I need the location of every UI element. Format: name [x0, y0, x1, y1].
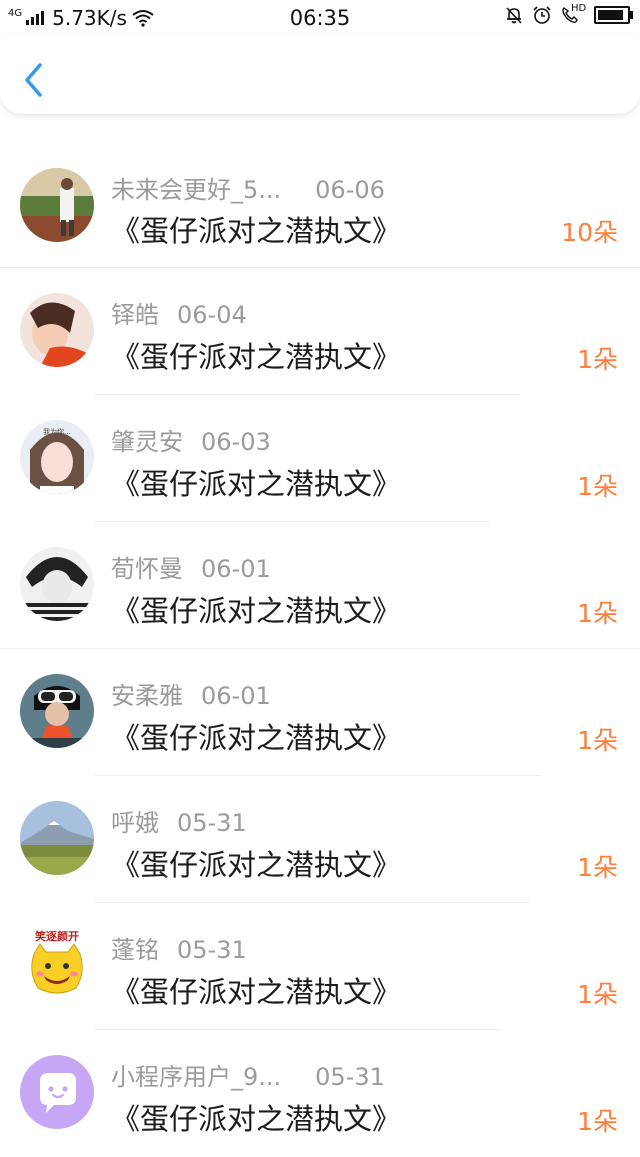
- hd-label: HD: [571, 3, 587, 14]
- sender-name: 呼娥: [111, 809, 159, 837]
- gift-date: 06-01: [201, 555, 271, 583]
- sender-meta: 安柔雅 06-01: [111, 676, 271, 711]
- book-title: 《蛋仔派对之潜执文》: [111, 1102, 402, 1136]
- chevron-left-icon[interactable]: [20, 62, 50, 98]
- list-item[interactable]: 荀怀曼 06-01 《蛋仔派对之潜执文》 1朵: [0, 522, 640, 649]
- gift-amount: 1朵: [577, 1107, 618, 1136]
- avatar-text: 我为你...: [43, 427, 71, 436]
- avatar: [20, 1055, 94, 1129]
- status-bar: 4G 5.73K/s 06:35 HD: [0, 0, 640, 34]
- alarm-icon: [533, 6, 551, 24]
- gift-record-list: 未来会更好_5... 06-06 《蛋仔派对之潜执文》 10朵 铎皓 06-04 《…: [0, 116, 640, 1157]
- book-title: 《蛋仔派对之潜执文》: [111, 214, 402, 248]
- avatar: [20, 674, 94, 748]
- gift-amount: 1朵: [577, 853, 618, 882]
- list-item[interactable]: 我为你... 肇灵安 06-03 《蛋仔派对之潜执文》 1朵: [0, 395, 640, 522]
- avatar: [20, 801, 94, 875]
- gift-amount: 1朵: [577, 726, 618, 755]
- sender-name: 肇灵安: [111, 428, 183, 456]
- list-item[interactable]: 笑逐颜开 蓬铭 05-31 《蛋仔派对之潜执文》 1朵: [0, 903, 640, 1030]
- sender-name: 安柔雅: [111, 682, 183, 710]
- gift-amount: 1朵: [577, 980, 618, 1009]
- sender-name: 小程序用户_9...: [111, 1063, 282, 1091]
- gift-amount: 1朵: [577, 599, 618, 628]
- gift-amount: 10朵: [561, 218, 618, 247]
- gift-date: 06-03: [201, 428, 271, 456]
- gift-date: 05-31: [315, 1063, 385, 1091]
- avatar: [20, 168, 94, 242]
- sender-name: 蓬铭: [111, 936, 159, 964]
- sender-meta: 蓬铭 05-31: [111, 930, 247, 965]
- gift-date: 06-04: [177, 301, 247, 329]
- hd-call-icon: HD: [560, 3, 587, 25]
- list-item[interactable]: 安柔雅 06-01 《蛋仔派对之潜执文》 1朵: [0, 649, 640, 776]
- book-title: 《蛋仔派对之潜执文》: [111, 340, 402, 374]
- sender-meta: 荀怀曼 06-01: [111, 549, 271, 584]
- sender-meta: 小程序用户_9... 05-31: [111, 1057, 385, 1092]
- book-title: 《蛋仔派对之潜执文》: [111, 467, 402, 501]
- gift-amount: 1朵: [577, 345, 618, 374]
- gift-date: 06-06: [315, 176, 385, 204]
- sender-name: 荀怀曼: [111, 555, 183, 583]
- gift-amount: 1朵: [577, 472, 618, 501]
- book-title: 《蛋仔派对之潜执文》: [111, 721, 402, 755]
- list-item[interactable]: 呼娥 05-31 《蛋仔派对之潜执文》 1朵: [0, 776, 640, 903]
- book-title: 《蛋仔派对之潜执文》: [111, 594, 402, 628]
- battery-icon: [594, 6, 633, 24]
- book-title: 《蛋仔派对之潜执文》: [111, 975, 402, 1009]
- mute-bell-icon: [506, 7, 522, 24]
- sender-meta: 肇灵安 06-03: [111, 422, 271, 457]
- sender-meta: 未来会更好_5... 06-06: [111, 170, 385, 205]
- navigation-header: [0, 34, 640, 114]
- avatar-text: 笑逐颜开: [35, 929, 79, 943]
- book-title: 《蛋仔派对之潜执文》: [111, 848, 402, 882]
- sender-meta: 铎皓 06-04: [111, 295, 247, 330]
- avatar: 我为你...: [20, 420, 94, 494]
- avatar: [20, 293, 94, 367]
- list-item[interactable]: 铎皓 06-04 《蛋仔派对之潜执文》 1朵: [0, 268, 640, 395]
- gift-date: 05-31: [177, 809, 247, 837]
- sender-name: 未来会更好_5...: [111, 176, 282, 204]
- list-item[interactable]: 未来会更好_5... 06-06 《蛋仔派对之潜执文》 10朵: [0, 116, 640, 268]
- sender-name: 铎皓: [111, 301, 159, 329]
- status-right: HD: [504, 3, 633, 25]
- gift-date: 05-31: [177, 936, 247, 964]
- sender-meta: 呼娥 05-31: [111, 803, 247, 838]
- avatar: 笑逐颜开: [20, 928, 94, 1002]
- avatar: [20, 547, 94, 621]
- gift-date: 06-01: [201, 682, 271, 710]
